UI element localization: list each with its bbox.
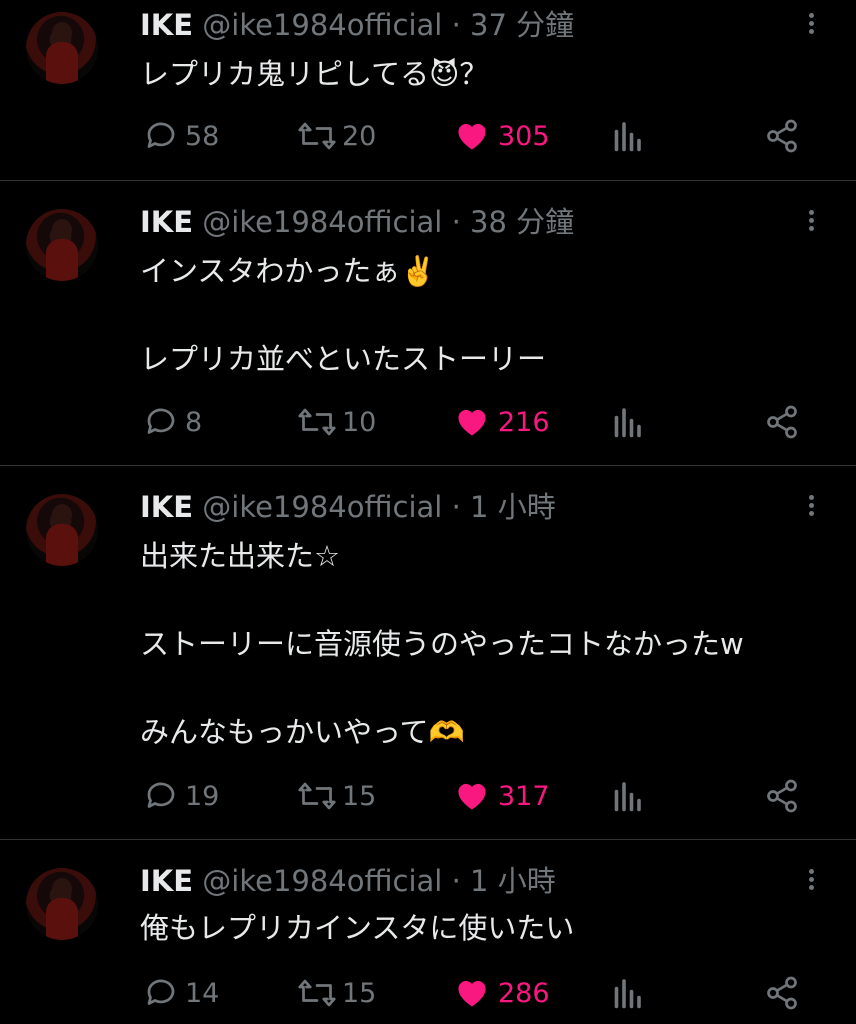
- like-count: 286: [498, 977, 550, 1009]
- avatar[interactable]: [26, 12, 98, 84]
- action-bar: 8 10 216: [0, 402, 856, 442]
- retweet-button[interactable]: 15: [296, 973, 376, 1013]
- views-icon: [614, 408, 641, 438]
- like-button[interactable]: 305: [454, 116, 550, 156]
- heart-icon: [458, 783, 486, 810]
- tweet-text: レプリカ鬼リピしてる😈？: [140, 57, 489, 91]
- retweet-count: 15: [342, 780, 377, 812]
- share-icon: [767, 976, 797, 1010]
- retweet-icon: [298, 979, 336, 1007]
- more-icon[interactable]: [800, 207, 822, 237]
- author-name[interactable]: IKE: [140, 864, 193, 898]
- reply-button[interactable]: 19: [143, 776, 219, 816]
- reply-icon: [147, 979, 175, 1005]
- reply-count: 14: [185, 977, 220, 1009]
- tweet-header: IKE @ike1984official · 38 分鐘: [140, 205, 574, 239]
- retweet-count: 10: [342, 406, 377, 438]
- reply-icon: [147, 122, 175, 148]
- author-name[interactable]: IKE: [140, 490, 193, 524]
- reply-button[interactable]: 58: [143, 116, 219, 156]
- retweet-button[interactable]: 20: [296, 116, 376, 156]
- author-name[interactable]: IKE: [140, 8, 193, 42]
- timestamp[interactable]: · 1 小時: [452, 864, 556, 898]
- reply-count: 58: [185, 120, 220, 152]
- retweet-icon: [298, 408, 336, 436]
- views-button[interactable]: [611, 116, 643, 156]
- reply-count: 8: [185, 406, 203, 438]
- like-count: 216: [498, 406, 550, 438]
- retweet-button[interactable]: 10: [296, 402, 376, 442]
- action-bar: 14 15 286: [0, 973, 856, 1013]
- author-handle[interactable]: @ike1984official: [202, 490, 442, 524]
- retweet-count: 15: [342, 977, 377, 1009]
- author-name[interactable]: IKE: [140, 205, 193, 239]
- reply-icon: [147, 782, 175, 808]
- tweet-text: インスタわかったぁ✌️ レプリカ並べといたストーリー: [140, 254, 547, 376]
- like-button[interactable]: 317: [454, 776, 550, 816]
- tweet-header: IKE @ike1984official · 1 小時: [140, 864, 556, 898]
- like-count: 305: [498, 120, 550, 152]
- author-handle[interactable]: @ike1984official: [202, 864, 442, 898]
- author-handle[interactable]: @ike1984official: [202, 205, 442, 239]
- views-icon: [614, 979, 641, 1009]
- heart-icon: [458, 123, 486, 150]
- tweet-header: IKE @ike1984official · 37 分鐘: [140, 8, 574, 42]
- like-button[interactable]: 216: [454, 402, 550, 442]
- tweet[interactable]: IKE @ike1984official · 38 分鐘 インスタわかったぁ✌️…: [0, 181, 856, 466]
- heart-icon: [458, 980, 486, 1007]
- like-count: 317: [498, 780, 550, 812]
- avatar[interactable]: [26, 494, 98, 566]
- action-bar: 58 20 305: [0, 116, 856, 156]
- avatar[interactable]: [26, 209, 98, 281]
- more-icon[interactable]: [800, 492, 822, 522]
- views-icon: [614, 122, 641, 152]
- retweet-icon: [298, 122, 336, 150]
- tweet-header: IKE @ike1984official · 1 小時: [140, 490, 556, 524]
- more-icon[interactable]: [800, 866, 822, 896]
- tweet[interactable]: IKE @ike1984official · 37 分鐘 レプリカ鬼リピしてる😈…: [0, 0, 856, 181]
- share-button[interactable]: [764, 116, 800, 156]
- tweet-text: 出来た出来た☆ ストーリーに音源使うのやったコトなかったw みんなもっかいやって…: [140, 539, 744, 749]
- tweet-text: 俺もレプリカインスタに使いたい: [140, 911, 575, 945]
- reply-icon: [147, 408, 175, 434]
- share-button[interactable]: [764, 973, 800, 1013]
- like-button[interactable]: 286: [454, 973, 550, 1013]
- views-icon: [614, 782, 641, 812]
- reply-count: 19: [185, 780, 220, 812]
- reply-button[interactable]: 14: [143, 973, 219, 1013]
- views-button[interactable]: [611, 973, 643, 1013]
- share-icon: [767, 779, 797, 813]
- timestamp[interactable]: · 38 分鐘: [452, 205, 575, 239]
- reply-button[interactable]: 8: [143, 402, 202, 442]
- more-icon[interactable]: [800, 10, 822, 40]
- views-button[interactable]: [611, 776, 643, 816]
- author-handle[interactable]: @ike1984official: [202, 8, 442, 42]
- avatar[interactable]: [26, 868, 98, 940]
- share-icon: [767, 405, 797, 439]
- timestamp[interactable]: · 1 小時: [452, 490, 556, 524]
- share-button[interactable]: [764, 776, 800, 816]
- views-button[interactable]: [611, 402, 643, 442]
- share-icon: [767, 119, 797, 153]
- retweet-count: 20: [342, 120, 377, 152]
- action-bar: 19 15 317: [0, 776, 856, 816]
- share-button[interactable]: [764, 402, 800, 442]
- heart-icon: [458, 409, 486, 436]
- retweet-button[interactable]: 15: [296, 776, 376, 816]
- timestamp[interactable]: · 37 分鐘: [452, 8, 575, 42]
- tweet[interactable]: IKE @ike1984official · 1 小時 俺もレプリカインスタに使…: [0, 840, 856, 1024]
- tweet[interactable]: IKE @ike1984official · 1 小時 出来た出来た☆ ストーリ…: [0, 466, 856, 840]
- retweet-icon: [298, 782, 336, 810]
